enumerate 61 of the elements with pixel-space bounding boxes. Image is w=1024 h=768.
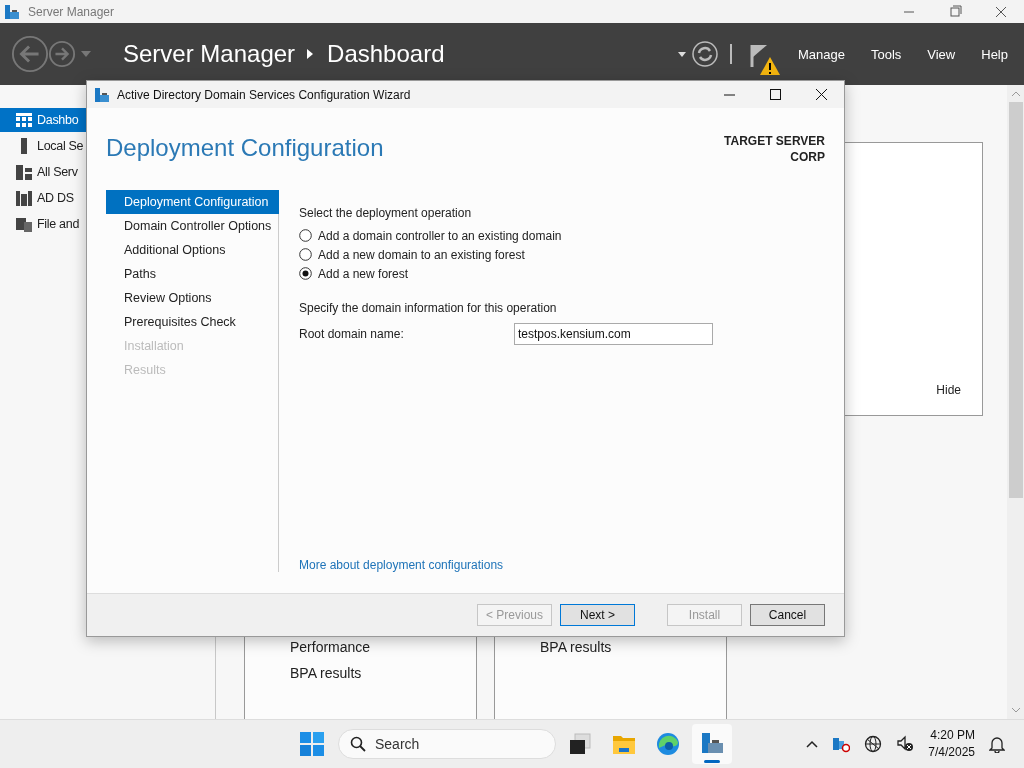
breadcrumb-item: Server Manager xyxy=(123,40,296,68)
radio-option[interactable]: Add a new domain to an existing forest xyxy=(299,245,844,264)
globe-icon[interactable] xyxy=(864,735,883,753)
wizard-step[interactable]: Review Options xyxy=(106,286,279,310)
chevron-icon xyxy=(307,49,314,59)
browser-icon xyxy=(656,732,680,756)
search-icon xyxy=(350,736,366,752)
menu-item[interactable]: View xyxy=(927,46,956,62)
clock-time[interactable]: 4:20 PM xyxy=(930,727,975,744)
bell-icon[interactable] xyxy=(989,735,1005,753)
target-server-label: CORP xyxy=(790,149,825,165)
start-icon[interactable] xyxy=(300,732,324,756)
breadcrumb-item: Dashboard xyxy=(327,40,445,68)
radio-button[interactable] xyxy=(299,229,312,242)
caret-icon[interactable] xyxy=(677,51,686,57)
network-status-icon[interactable] xyxy=(832,735,851,753)
menu-item[interactable]: Manage xyxy=(797,46,845,62)
field-label: Root domain name: xyxy=(299,327,405,341)
search-field[interactable]: Search xyxy=(338,729,556,759)
tile-item[interactable]: BPA results xyxy=(540,639,726,655)
sidebar-icon xyxy=(16,216,32,232)
sidebar-item[interactable]: Local Se xyxy=(0,134,86,158)
refresh-icon[interactable] xyxy=(691,41,718,67)
dialog-title: Active Directory Domain Services Configuration Wizard xyxy=(117,87,411,102)
sidebar-item[interactable]: AD DS xyxy=(0,186,86,210)
hide-link[interactable]: Hide xyxy=(936,383,961,397)
menu-item[interactable]: Help xyxy=(981,46,1008,62)
root-domain-field[interactable]: testpos.kensium.com xyxy=(514,323,713,345)
server-toolbox-icon xyxy=(700,732,724,756)
clock-date[interactable]: 7/4/2025 xyxy=(928,744,975,761)
server-manager-icon xyxy=(4,3,20,20)
help-link[interactable]: More about deployment configurations xyxy=(299,558,844,572)
sidebar-icon xyxy=(16,112,32,128)
tile-item[interactable]: BPA results xyxy=(290,665,476,681)
radio-button[interactable] xyxy=(299,248,312,261)
section-label: Select the deployment operation xyxy=(299,206,473,220)
page-heading: Deployment Configuration xyxy=(106,133,384,163)
sidebar-item[interactable]: Dashbo xyxy=(0,108,86,132)
tile-item[interactable]: Performance xyxy=(290,639,476,655)
wizard-step[interactable]: Deployment Configuration xyxy=(106,190,279,214)
radio-option[interactable]: Add a domain controller to an existing domain xyxy=(299,226,844,245)
windows-stack-icon xyxy=(568,732,592,756)
server-manager-icon xyxy=(94,86,110,103)
sidebar-icon xyxy=(16,190,32,206)
menu-item[interactable]: Tools xyxy=(870,46,902,62)
radio-button[interactable] xyxy=(299,267,312,280)
target-server-label: TARGET SERVER xyxy=(724,133,825,149)
wizard-step[interactable]: Domain Controller Options xyxy=(106,214,279,238)
sidebar-icon xyxy=(16,164,32,180)
window-title: Server Manager xyxy=(28,4,115,19)
wizard-step[interactable]: Paths xyxy=(106,262,279,286)
section-label: Specify the domain information for this operation xyxy=(299,301,558,315)
dialog-button[interactable]: Next > xyxy=(560,604,635,626)
wizard-step[interactable]: Prerequisites Check xyxy=(106,310,279,334)
radio-option[interactable]: Add a new forest xyxy=(299,264,844,283)
sidebar-item[interactable]: File and xyxy=(0,212,86,236)
wizard-step[interactable]: Additional Options xyxy=(106,238,279,262)
dialog-button[interactable]: Cancel xyxy=(750,604,825,626)
speaker-muted-icon[interactable] xyxy=(896,735,915,753)
sidebar-item[interactable]: All Serv xyxy=(0,160,86,184)
caret-up-icon[interactable] xyxy=(806,740,819,748)
